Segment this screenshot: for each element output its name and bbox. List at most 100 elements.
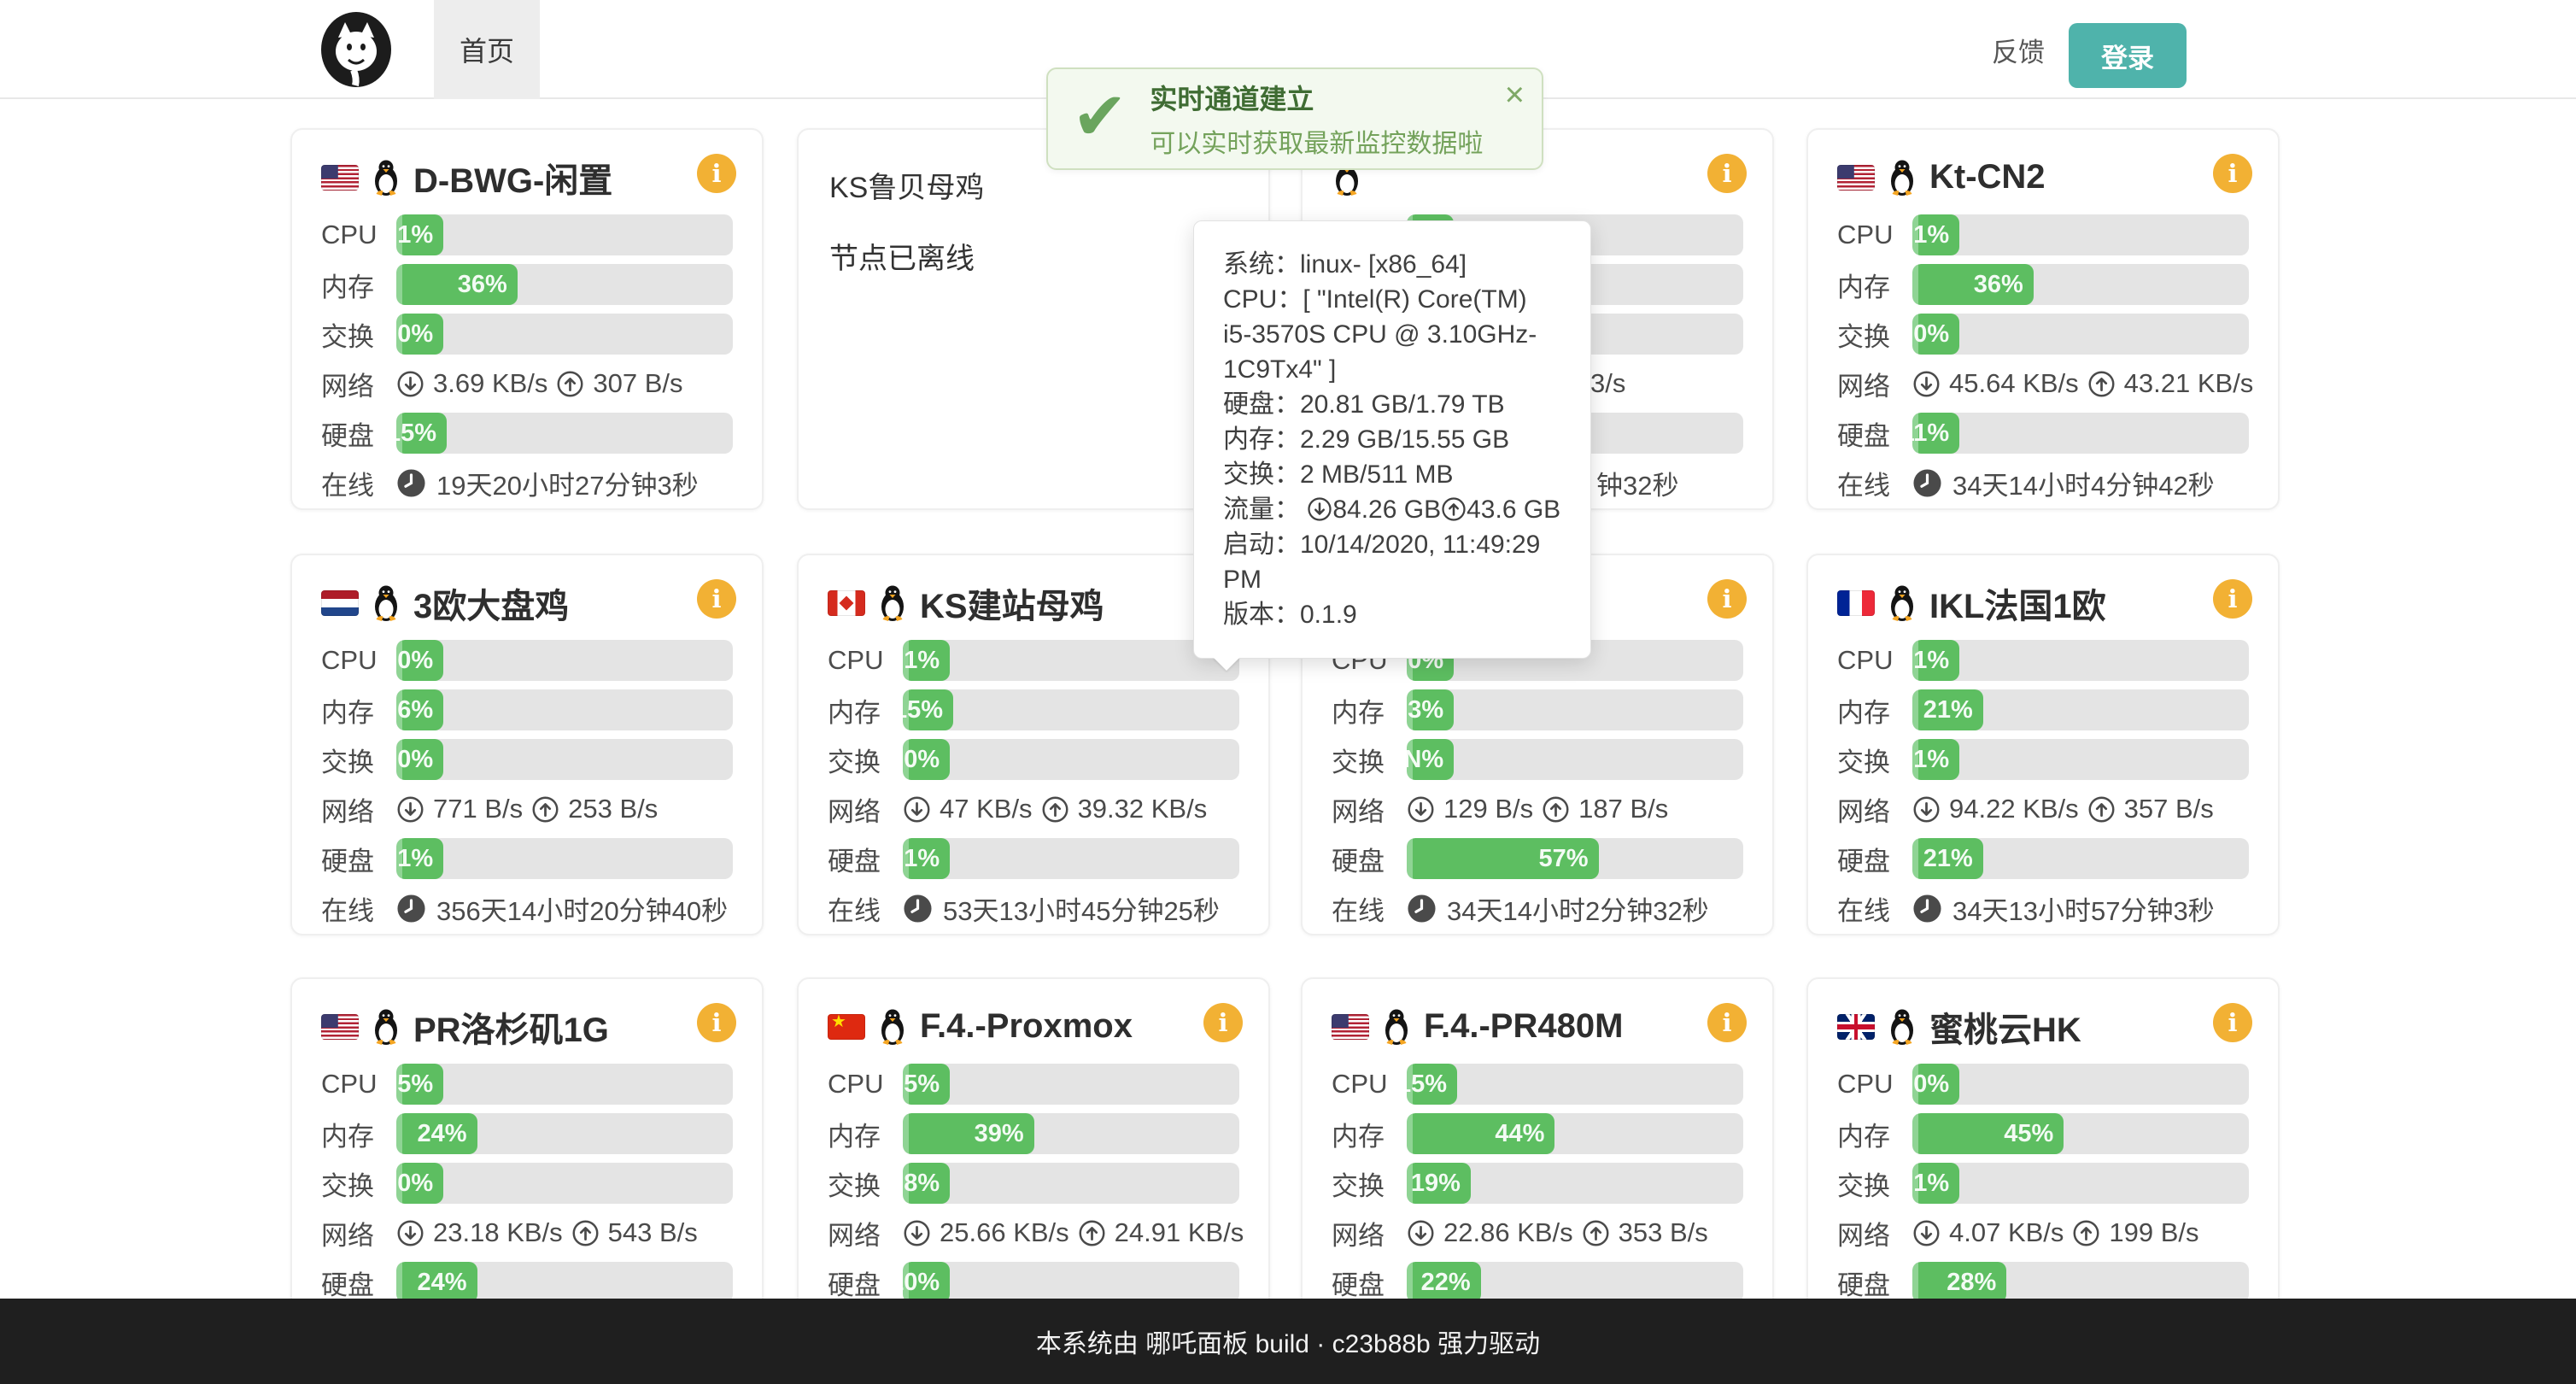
- info-icon[interactable]: i: [1707, 1003, 1747, 1042]
- upload-speed: 253 B/s: [568, 794, 658, 824]
- stat-label: CPU: [1837, 220, 1912, 250]
- feedback-link[interactable]: 反馈: [1982, 0, 2055, 99]
- tooltip-value: 20.81 GB/1.79 TB: [1300, 390, 1505, 419]
- toast-close-icon[interactable]: ×: [1505, 78, 1525, 112]
- stat-row: CPU 5%: [321, 1064, 733, 1105]
- stat-row: 交换 0%: [321, 314, 733, 355]
- usage-bar-track: 0%: [903, 739, 1239, 780]
- site-logo[interactable]: [314, 10, 398, 89]
- usage-percent: 21%: [1923, 838, 1973, 879]
- usage-bar-fill: 0%: [903, 739, 950, 780]
- stat-row: 硬盘 15%: [321, 413, 733, 454]
- info-icon[interactable]: i: [1203, 1003, 1243, 1042]
- server-name: PR洛杉矶1G: [413, 1002, 609, 1052]
- country-flag-gb-icon: [1837, 1014, 1875, 1040]
- stat-label: 硬盘: [321, 840, 396, 878]
- tooltip-value: 2 MB/511 MB: [1300, 460, 1454, 489]
- stat-label: 交换: [828, 1164, 903, 1203]
- stat-row: 硬盘 21%: [1837, 838, 2249, 879]
- network-speed-fragment: 3/s: [1590, 368, 1625, 399]
- stat-label: 内存: [828, 1115, 903, 1153]
- up-arrow-circle-icon: [1078, 1219, 1106, 1247]
- down-arrow-circle-icon: [1912, 370, 1941, 398]
- down-arrow-circle-icon: [396, 795, 424, 824]
- stat-row: 交换 0%: [321, 739, 733, 780]
- usage-bar-fill: 5%: [903, 1064, 950, 1105]
- tab-home[interactable]: 首页: [434, 0, 540, 99]
- server-name: Kt-CN2: [1929, 158, 2046, 196]
- info-icon[interactable]: i: [2213, 579, 2252, 619]
- up-arrow-circle-icon: [531, 795, 559, 824]
- server-card-title: 蜜桃云HK: [1837, 1001, 2249, 1052]
- usage-bar-track: 6%: [396, 689, 733, 730]
- stat-row: 硬盘 57%: [1332, 838, 1743, 879]
- stat-label: 交换: [321, 1164, 396, 1203]
- usage-bar-fill: 36%: [1912, 264, 2034, 305]
- info-icon[interactable]: i: [697, 154, 736, 193]
- linux-tux-icon: [877, 1008, 908, 1046]
- stat-row: 硬盘 10%: [828, 1262, 1239, 1303]
- download-speed: 25.66 KB/s: [940, 1217, 1069, 1248]
- usage-bar-track: 8%: [903, 1163, 1239, 1204]
- login-button[interactable]: 登录: [2069, 23, 2187, 88]
- stat-row: 硬盘 1%: [321, 838, 733, 879]
- country-flag-nl-icon: [321, 590, 359, 616]
- network-speed: 3.69 KB/s 307 B/s: [396, 368, 683, 399]
- info-icon[interactable]: i: [1707, 579, 1747, 619]
- server-name: KS鲁贝母鸡: [829, 164, 1239, 206]
- usage-bar-fill: 0%: [396, 314, 443, 355]
- login-label: 登录: [2101, 37, 2154, 75]
- stat-label: 网络: [1332, 1214, 1407, 1252]
- server-card-title: D-BWG-闲置: [321, 152, 733, 202]
- info-icon[interactable]: i: [1707, 154, 1747, 193]
- usage-percent: 22%: [1421, 1262, 1471, 1303]
- usage-bar-fill: 1%: [1912, 739, 1959, 780]
- down-arrow-circle-icon: [903, 795, 931, 824]
- usage-percent: 11%: [1912, 413, 1949, 454]
- usage-bar-fill: 15%: [396, 413, 447, 454]
- usage-bar-fill: 11%: [1912, 413, 1959, 454]
- network-speed: 22.86 KB/s 353 B/s: [1407, 1217, 1708, 1248]
- network-speed: 129 B/s 187 B/s: [1407, 794, 1668, 824]
- server-card-title: KS建站母鸡: [828, 578, 1239, 628]
- maple-glyph: [840, 595, 854, 610]
- tooltip-line: 交换：2 MB/511 MB: [1223, 457, 1561, 492]
- stat-row: 内存 3%: [1332, 689, 1743, 730]
- usage-bar-track: 36%: [1912, 264, 2249, 305]
- feedback-label: 反馈: [1992, 31, 2045, 69]
- usage-bar-track: 15%: [903, 689, 1239, 730]
- uptime: 53天13小时45分钟25秒: [903, 889, 1220, 928]
- stat-label: 网络: [321, 790, 396, 829]
- usage-percent: 0%: [397, 314, 433, 355]
- usage-percent: 6%: [397, 689, 433, 730]
- uptime-text: 356天14小时20分钟40秒: [436, 889, 728, 928]
- usage-bar-track: 0%: [396, 1163, 733, 1204]
- info-icon[interactable]: i: [2213, 154, 2252, 193]
- uptime-text: 34天14小时4分钟42秒: [1952, 464, 2215, 502]
- stat-label: CPU: [1837, 645, 1912, 676]
- stat-label: 硬盘: [828, 840, 903, 878]
- stat-label: 硬盘: [1837, 414, 1912, 453]
- stat-label: 硬盘: [1837, 840, 1912, 878]
- usage-bar-track: 1%: [1912, 214, 2249, 255]
- usage-percent: 3%: [1408, 689, 1443, 730]
- usage-bar-fill: 45%: [1912, 1113, 2064, 1154]
- info-icon[interactable]: i: [697, 1003, 736, 1042]
- info-icon[interactable]: i: [697, 579, 736, 619]
- tooltip-line: 系统：linux- [x86_64]: [1223, 247, 1561, 282]
- info-icon[interactable]: i: [2213, 1003, 2252, 1042]
- usage-percent: 1%: [904, 838, 940, 879]
- usage-bar-fill: 39%: [903, 1113, 1034, 1154]
- server-name: KS建站母鸡: [920, 578, 1104, 628]
- tooltip-value: linux- [x86_64]: [1300, 250, 1467, 279]
- usage-bar-track: 28%: [1912, 1262, 2249, 1303]
- clock-icon: [903, 894, 933, 924]
- up-arrow-circle-icon: [1542, 795, 1570, 824]
- tooltip-value: 0.1.9: [1300, 601, 1357, 629]
- usage-bar-fill: 1%: [1912, 640, 1959, 681]
- stat-label: 内存: [1837, 266, 1912, 304]
- stat-row: 在线 34天14小时4分钟42秒: [1837, 462, 2249, 503]
- stat-row: CPU 0%: [321, 640, 733, 681]
- stat-row: 内存 6%: [321, 689, 733, 730]
- stat-row: 网络 4.07 KB/s 199 B/s: [1837, 1212, 2249, 1253]
